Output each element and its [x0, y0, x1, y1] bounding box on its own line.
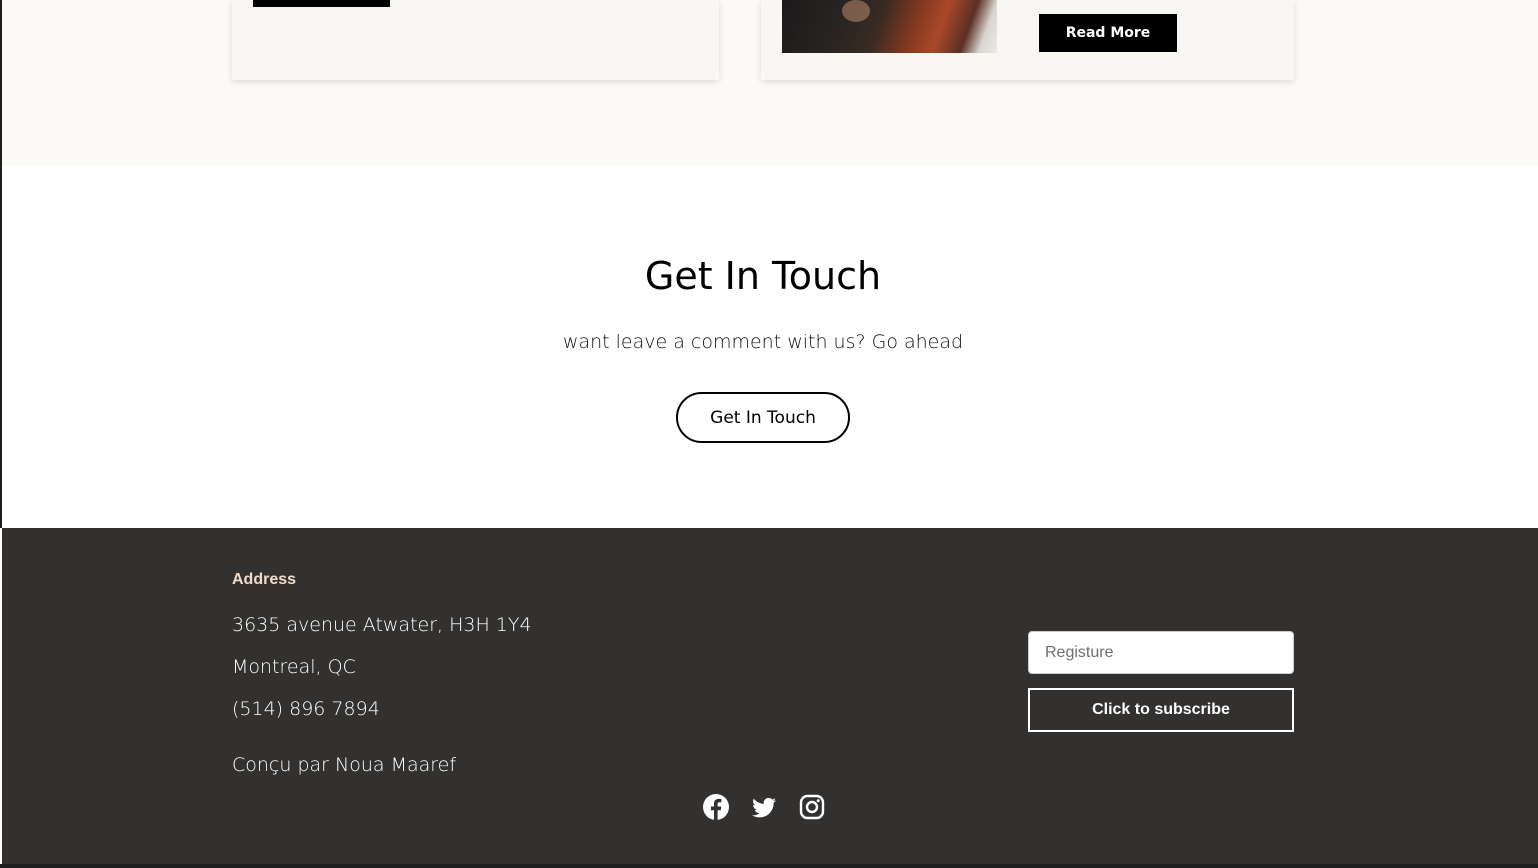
blog-cards-section: Read More — [2, 0, 1538, 166]
address-line-2: Montreal, QC — [232, 656, 356, 678]
designer-credit: Conçu par Noua Maaref — [232, 754, 457, 776]
contact-title: Get In Touch — [644, 254, 882, 298]
get-in-touch-button[interactable]: Get In Touch — [676, 392, 850, 443]
facebook-icon[interactable] — [702, 793, 730, 821]
address-line-1: 3635 avenue Atwater, H3H 1Y4 — [232, 614, 532, 636]
card-button-fragment[interactable] — [253, 0, 390, 7]
bottom-strip — [0, 864, 1538, 868]
address-heading: Address — [232, 571, 297, 588]
read-more-button[interactable]: Read More — [1039, 14, 1177, 52]
blog-card-left — [232, 0, 719, 80]
phone-number: (514) 896 7894 — [232, 698, 380, 720]
footer: Address 3635 avenue Atwater, H3H 1Y4 Mon… — [2, 528, 1538, 864]
card-image — [782, 0, 997, 53]
subscribe-input[interactable] — [1028, 631, 1294, 674]
blog-card-right: Read More — [761, 0, 1294, 80]
instagram-icon[interactable] — [798, 793, 826, 821]
social-links — [702, 792, 826, 822]
twitter-icon[interactable] — [750, 793, 778, 821]
subscribe-button[interactable]: Click to subscribe — [1028, 688, 1294, 732]
contact-subtitle: want leave a comment with us? Go ahead — [562, 331, 964, 353]
